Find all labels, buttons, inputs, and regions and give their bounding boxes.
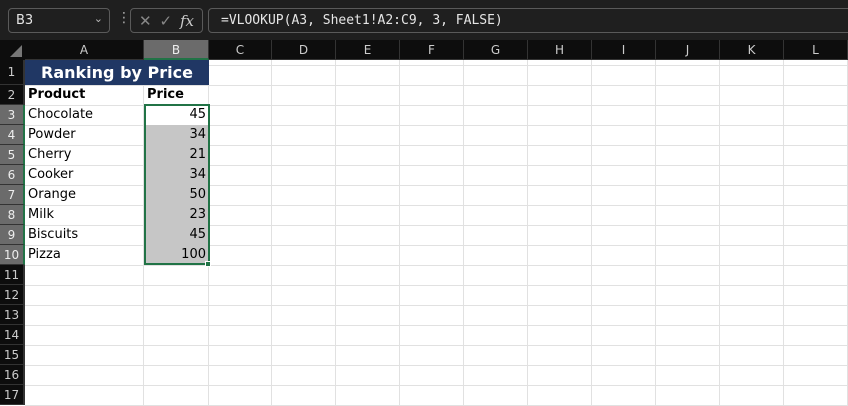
row-header-10[interactable]: 10 [0,245,25,265]
product-cell[interactable]: Orange [25,185,144,205]
column-header-L[interactable]: L [784,40,848,60]
title-cell[interactable]: Ranking by Price [25,60,209,85]
formula-toolbar: B3 ⌄ ⋮ ✕ ✓ fx =VLOOKUP(A3, Sheet1!A2:C9, … [0,0,848,40]
select-all-button[interactable] [0,40,25,60]
name-box[interactable]: B3 ⌄ [8,8,110,33]
gridline [719,60,720,406]
formula-bar[interactable]: =VLOOKUP(A3, Sheet1!A2:C9, 3, FALSE) [208,8,848,33]
gridline [527,60,528,406]
row-header-11[interactable]: 11 [0,265,25,285]
row-header-8[interactable]: 8 [0,205,25,225]
column-header-D[interactable]: D [272,40,336,60]
row-header-13[interactable]: 13 [0,305,25,325]
row-header-7[interactable]: 7 [0,185,25,205]
row-header-12[interactable]: 12 [0,285,25,305]
column-header-B[interactable]: B [144,40,209,60]
gridline [335,60,336,406]
product-cell[interactable]: Biscuits [25,225,144,245]
row-header-14[interactable]: 14 [0,325,25,345]
gridline [271,60,272,406]
column-header-C[interactable]: C [209,40,272,60]
formula-buttons: ✕ ✓ fx [130,8,203,33]
column-header-K[interactable]: K [720,40,784,60]
product-cell[interactable]: Powder [25,125,144,145]
column-header-A[interactable]: A [25,40,144,60]
row-header-17[interactable]: 17 [0,385,25,405]
gridline [591,60,592,406]
gridline [399,60,400,406]
product-cell[interactable]: Chocolate [25,105,144,125]
product-cell[interactable]: Pizza [25,245,144,265]
cancel-icon[interactable]: ✕ [139,12,152,30]
product-cell[interactable]: Cooker [25,165,144,185]
row-header-15[interactable]: 15 [0,345,25,365]
header-product[interactable]: Product [25,85,144,105]
name-box-value: B3 [16,13,34,28]
selection-border [144,104,210,265]
column-header-H[interactable]: H [528,40,592,60]
fill-handle[interactable] [205,261,211,267]
row-header-1[interactable]: 1 [0,60,25,85]
enter-icon[interactable]: ✓ [159,12,172,30]
row-header-4[interactable]: 4 [0,125,25,145]
gridline [463,60,464,406]
row-header-3[interactable]: 3 [0,105,25,125]
more-options-icon[interactable]: ⋮ [117,10,131,26]
row-header-2[interactable]: 2 [0,85,25,105]
column-header-F[interactable]: F [400,40,464,60]
gridline [655,60,656,406]
column-header-J[interactable]: J [656,40,720,60]
column-header-I[interactable]: I [592,40,656,60]
column-header-E[interactable]: E [336,40,400,60]
header-price[interactable]: Price [144,85,209,105]
row-header-5[interactable]: 5 [0,145,25,165]
product-cell[interactable]: Cherry [25,145,144,165]
chevron-down-icon[interactable]: ⌄ [94,12,103,25]
row-header-9[interactable]: 9 [0,225,25,245]
insert-function-icon[interactable]: fx [180,12,194,30]
row-header-16[interactable]: 16 [0,365,25,385]
row-header-6[interactable]: 6 [0,165,25,185]
product-cell[interactable]: Milk [25,205,144,225]
column-header-G[interactable]: G [464,40,528,60]
gridline [783,60,784,406]
